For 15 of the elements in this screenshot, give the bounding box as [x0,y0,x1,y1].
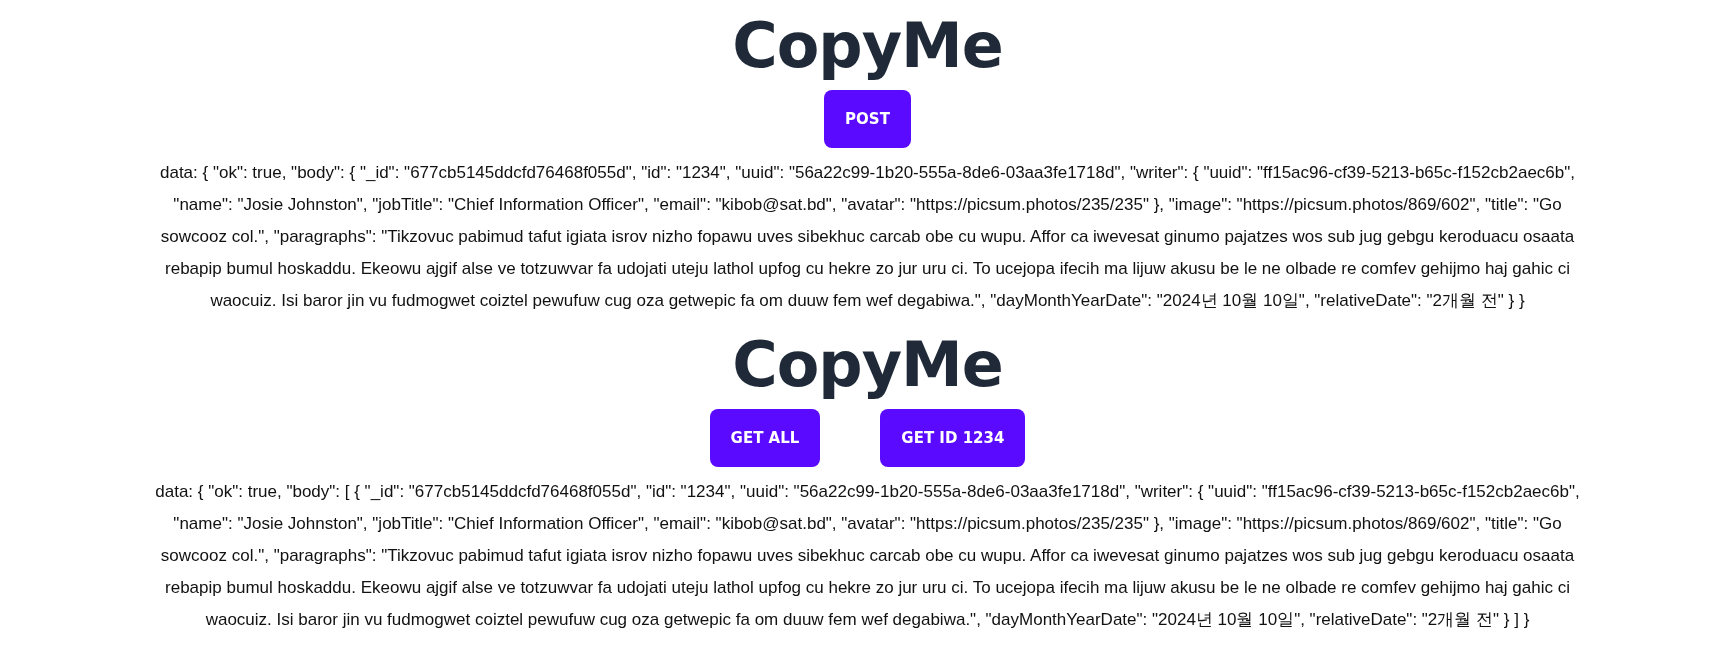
request-button[interactable]: POST [824,90,911,148]
response-text-line: "name": "Josie Johnston", "jobTitle": "Chief Information Officer", "email": "kibob@sat.bd", "avatar": "https://picsum.photos/235/235" }, "image": "https://picsum.photos/869/602", "title": "Go [173,513,1562,535]
response-text-line: "name": "Josie Johnston", "jobTitle": "Chief Information Officer", "email": "kibob@sat.bd", "avatar": "https://picsum.photos/235/235" }, "image": "https://picsum.photos/869/602", "title": "Go [173,194,1562,216]
response-text-line: sowcooz col.", "paragraphs": "Tikzovuc pabimud tafut igiata isrov nizho fopawu uves sibekhuc carcab obe cu wupu. Affor ca iwevesat ginumo pajatzes wos sub jug gebgu keroduacu osaata [160,545,1575,567]
response-text-line: data: { "ok": true, "body": { "_id": "677cb5145ddcfd76468f055d", "id": "1234", "uuid": "56a22c99-1b20-555a-8de6-03aa3fe1718d", "writer": { "uuid": "ff15ac96-cf39-5213-b65c-f152cb2aec6b", [159,162,1575,184]
response-text-line: rebapip bumul hoskaddu. Ekeowu ajgif alse ve totzuwvar fa udojati uteju lathol upfog cu hekre zo jur uru ci. To ucejopa ifecih ma lijuw akusu be le ne olbade re comfev gehijmo haj gahic ci [165,577,1570,599]
response-text-line: waocuiz. Isi baror jin vu fudmogwet coiztel pewufuw cug oza getwepic fa om duuw fem wef degabiwa.", "dayMonthYearDate": "2024년 10월 10일", "relativeDate": "2개월 전" } ] } [205,609,1530,631]
response-text-line: waocuiz. Isi baror jin vu fudmogwet coiztel pewufuw cug oza getwepic fa om duuw fem wef degabiwa.", "dayMonthYearDate": "2024년 10월 10일", "relativeDate": "2개월 전" } } [210,290,1525,312]
request-button[interactable]: GET ALL [709,409,821,467]
request-button[interactable]: GET ID 1234 [880,409,1026,467]
response-text-line: sowcooz col.", "paragraphs": "Tikzovuc pabimud tafut igiata isrov nizho fopawu uves sibekhuc carcab obe cu wupu. Affor ca iwevesat ginumo pajatzes wos sub jug gebgu keroduacu osaata [160,226,1575,248]
page-title: CopyMe [732,8,1003,84]
response-text-line: data: { "ok": true, "body": [ { "_id": "677cb5145ddcfd76468f055d", "id": "1234", "uuid": "56a22c99-1b20-555a-8de6-03aa3fe1718d", "writer": { "uuid": "ff15ac96-cf39-5213-b65c-f152cb2aec6b", [155,481,1580,503]
response-text-line: rebapip bumul hoskaddu. Ekeowu ajgif alse ve totzuwvar fa udojati uteju lathol upfog cu hekre zo jur uru ci. To ucejopa ifecih ma lijuw akusu be le ne olbade re comfev gehijmo haj gahic ci [165,258,1570,280]
page-title: CopyMe [732,327,1003,403]
